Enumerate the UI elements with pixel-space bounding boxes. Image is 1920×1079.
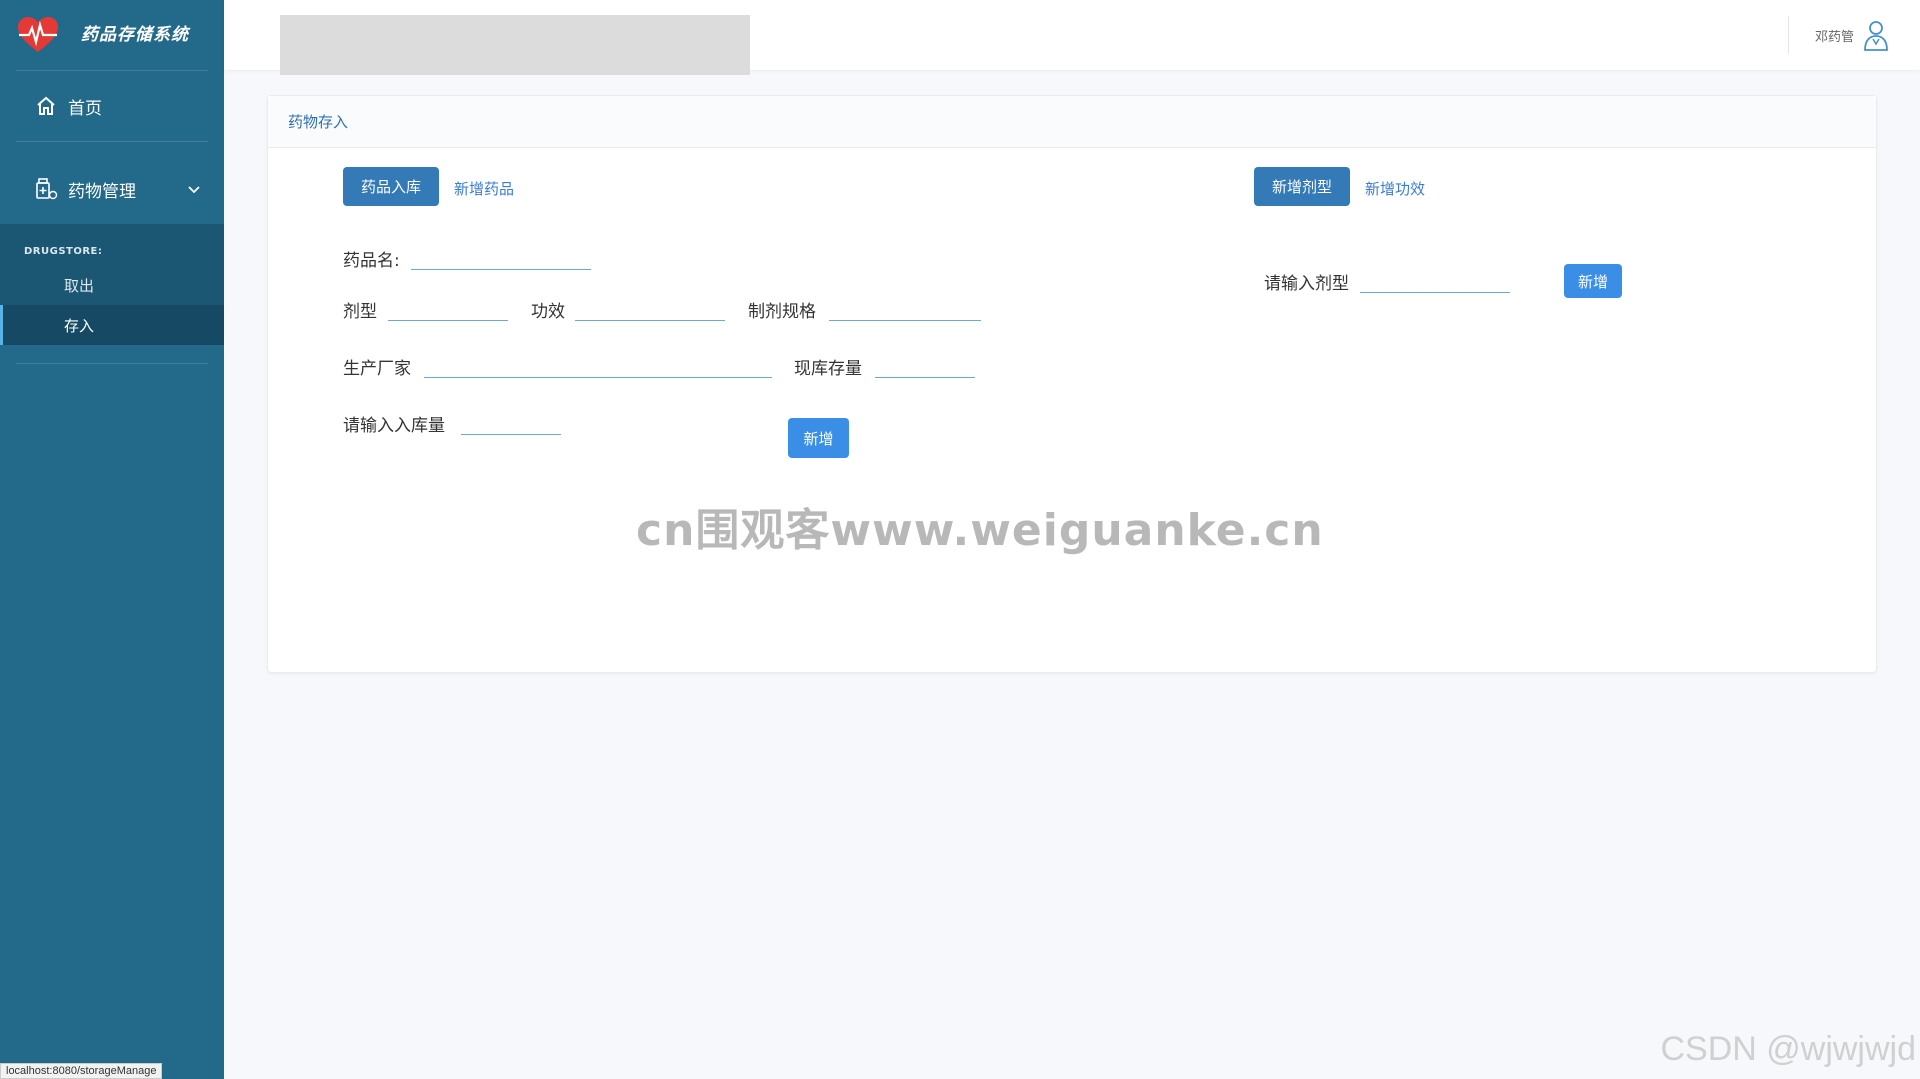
- top-header: 邓药管: [224, 0, 1920, 75]
- add-dosage-form-submit-button[interactable]: 新增: [1564, 264, 1622, 298]
- add-efficacy-link[interactable]: 新增功效: [1365, 178, 1425, 199]
- drug-name-input[interactable]: [411, 244, 591, 270]
- heart-pulse-logo-icon: [16, 13, 60, 57]
- medicine-icon: [34, 177, 58, 201]
- card-title: 药物存入: [268, 96, 1876, 148]
- drugstore-submenu: DRUGSTORE: 取出 存入: [0, 224, 224, 345]
- drug-name-label: 药品名:: [343, 251, 400, 271]
- sidebar-item-take-out[interactable]: 取出: [0, 265, 224, 305]
- dosage-form-label: 剂型: [343, 302, 377, 322]
- manufacturer-label: 生产厂家: [343, 359, 411, 379]
- dosage-form-input[interactable]: [388, 295, 508, 321]
- sidebar-item-drug-management[interactable]: 药物管理: [0, 154, 224, 224]
- drug-storage-card: 药物存入 药品入库 新增药品 新增剂型 新增功效 药品名: 剂型 功效 制剂规格…: [267, 95, 1877, 673]
- submenu-heading: DRUGSTORE:: [24, 246, 103, 257]
- drug-inbound-tab-button[interactable]: 药品入库: [343, 167, 439, 206]
- add-drug-link[interactable]: 新增药品: [454, 178, 514, 199]
- doctor-avatar-icon: [1862, 19, 1890, 51]
- sidebar-item-store[interactable]: 存入: [0, 305, 224, 345]
- sidebar-item-home[interactable]: 首页: [0, 71, 224, 141]
- add-dosage-form-tab-button[interactable]: 新增剂型: [1254, 167, 1350, 206]
- specification-label: 制剂规格: [748, 302, 816, 322]
- sidebar: 药品存储系统 首页 药物管理 DRUGSTORE: 取出 存入 localhos…: [0, 0, 224, 1079]
- sidebar-item-label: 取出: [64, 276, 95, 295]
- csdn-watermark: CSDN @wjwjwjd: [1660, 1030, 1916, 1068]
- home-icon: [34, 94, 58, 118]
- divider: [16, 141, 208, 142]
- user-name: 邓药管: [1814, 29, 1854, 45]
- dosage-form-entry-label: 请输入剂型: [1264, 274, 1349, 294]
- sidebar-item-label: 存入: [64, 316, 95, 335]
- specification-input[interactable]: [829, 295, 981, 321]
- app-title: 药品存储系统: [81, 24, 189, 45]
- dosage-form-entry-input[interactable]: [1360, 267, 1510, 293]
- divider: [16, 363, 208, 364]
- efficacy-input[interactable]: [575, 295, 725, 321]
- header-placeholder-image: [280, 15, 750, 75]
- manufacturer-input[interactable]: [424, 352, 772, 378]
- site-watermark: cn围观客www.weiguanke.cn: [636, 505, 1324, 556]
- efficacy-label: 功效: [531, 302, 565, 322]
- current-stock-input[interactable]: [875, 352, 975, 378]
- status-bar-url: localhost:8080/storageManage: [0, 1063, 163, 1079]
- inbound-quantity-label: 请输入入库量: [343, 416, 445, 436]
- user-menu[interactable]: 邓药管: [1787, 16, 1890, 54]
- brand[interactable]: 药品存储系统: [0, 0, 224, 70]
- sidebar-item-label: 药物管理: [68, 181, 136, 202]
- chevron-down-icon: [188, 179, 200, 199]
- inbound-quantity-input[interactable]: [461, 409, 561, 435]
- current-stock-label: 现库存量: [794, 359, 862, 379]
- add-drug-submit-button[interactable]: 新增: [788, 418, 849, 458]
- sidebar-item-label: 首页: [68, 98, 102, 119]
